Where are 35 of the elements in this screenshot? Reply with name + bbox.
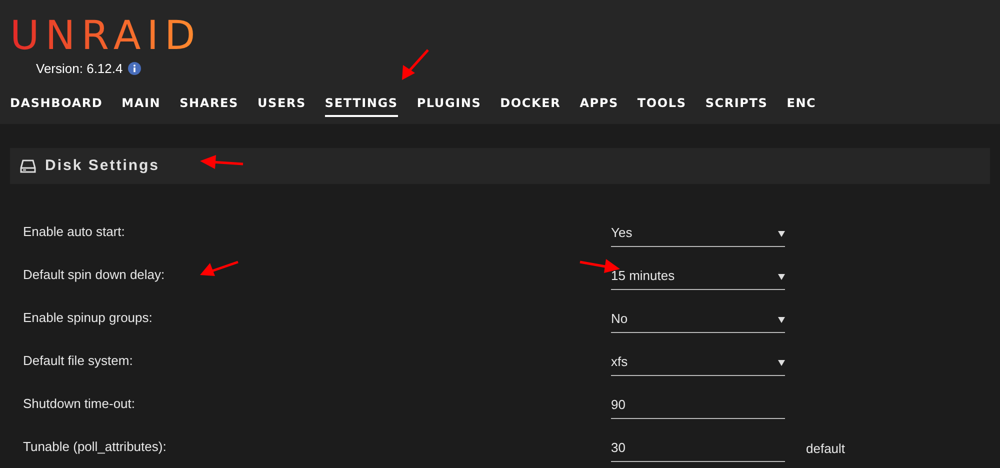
nav-tab[interactable]: SETTINGS bbox=[324, 94, 398, 116]
nav-tab[interactable]: APPS bbox=[580, 94, 618, 116]
info-icon[interactable] bbox=[128, 62, 141, 76]
nav-tab[interactable]: TOOLS bbox=[637, 94, 686, 116]
setting-label: Default file system: bbox=[23, 352, 133, 370]
nav-tab[interactable]: DOCKER bbox=[500, 94, 561, 116]
caret-icon bbox=[778, 272, 785, 280]
setting-label: Shutdown time-out: bbox=[23, 394, 136, 413]
nav-tab[interactable]: USERS bbox=[257, 94, 306, 116]
input-field[interactable]: 90 bbox=[611, 388, 785, 419]
input-field[interactable]: 30 bbox=[611, 431, 785, 462]
annotation-arrow bbox=[200, 155, 244, 169]
nav-tab[interactable]: SHARES bbox=[180, 94, 238, 116]
annotation-arrow bbox=[580, 259, 620, 273]
section-title: Disk Settings bbox=[45, 156, 160, 176]
setting-label: Enable auto start: bbox=[23, 222, 125, 241]
dropdown[interactable]: No bbox=[611, 302, 785, 333]
caret-icon bbox=[778, 358, 785, 366]
dropdown[interactable]: Yes bbox=[611, 216, 785, 247]
disk-icon bbox=[20, 159, 36, 173]
annotation-arrow bbox=[200, 260, 238, 276]
caret-icon bbox=[778, 230, 785, 236]
nav-tab[interactable]: MAIN bbox=[122, 94, 161, 116]
nav-tab[interactable]: ENC bbox=[786, 94, 816, 116]
annotation-arrow bbox=[402, 49, 429, 80]
setting-label: Default spin down delay: bbox=[23, 266, 165, 284]
nav-tab[interactable]: DASHBOARD bbox=[10, 94, 103, 116]
version-text: Version: 6.12.4 bbox=[36, 60, 123, 78]
setting-label: Tunable (poll_attributes): bbox=[23, 438, 166, 456]
setting-label: Enable spinup groups: bbox=[23, 308, 152, 327]
nav-tab[interactable]: PLUGINS bbox=[416, 94, 482, 116]
dropdown[interactable]: xfs bbox=[611, 345, 785, 376]
nav-tab[interactable]: SCRIPTS bbox=[705, 94, 768, 116]
caret-icon bbox=[778, 316, 785, 322]
hint-text: default bbox=[806, 440, 846, 458]
